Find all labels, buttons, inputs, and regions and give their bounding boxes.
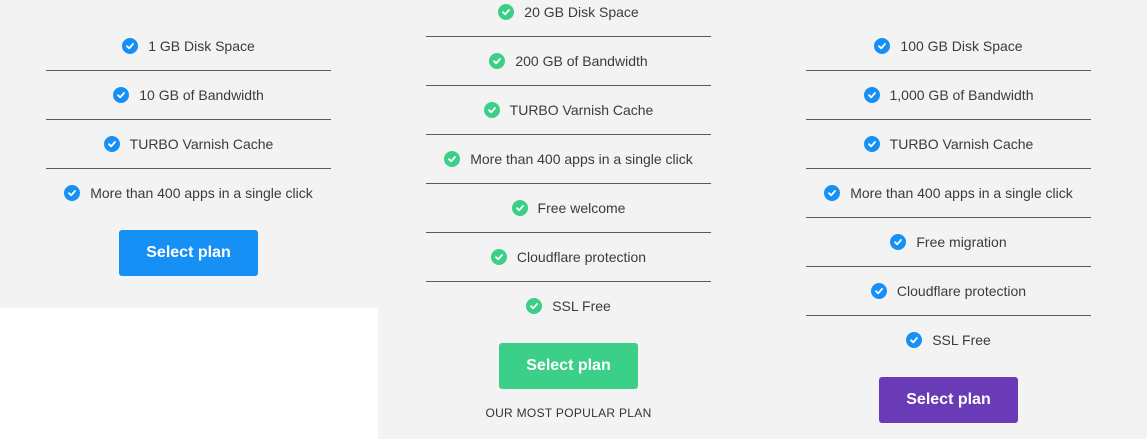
feature-item: TURBO Varnish Cache <box>806 120 1091 169</box>
feature-label: 20 GB Disk Space <box>524 4 639 20</box>
check-circle-icon <box>870 283 887 299</box>
check-circle-icon <box>511 200 528 216</box>
check-circle-icon <box>874 38 891 54</box>
feature-list: 100 GB Disk Space 1,000 GB of Bandwidth … <box>806 22 1091 364</box>
feature-item: 10 GB of Bandwidth <box>46 71 331 120</box>
feature-label: 1,000 GB of Bandwidth <box>889 87 1034 103</box>
check-circle-icon <box>489 53 506 69</box>
check-circle-icon <box>906 332 923 348</box>
feature-list: 1 GB Disk Space 10 GB of Bandwidth TURBO… <box>46 22 331 217</box>
check-circle-icon <box>444 151 461 167</box>
feature-item: Free migration <box>806 218 1091 267</box>
select-plan-button[interactable]: Select plan <box>499 343 638 389</box>
feature-label: 100 GB Disk Space <box>900 38 1023 54</box>
feature-label: TURBO Varnish Cache <box>509 102 654 118</box>
feature-item: 20 GB Disk Space <box>426 0 711 37</box>
feature-item: More than 400 apps in a single click <box>46 169 331 217</box>
feature-item: 100 GB Disk Space <box>806 22 1091 71</box>
check-circle-icon <box>483 102 500 118</box>
feature-item: More than 400 apps in a single click <box>806 169 1091 218</box>
feature-label: Free migration <box>916 234 1007 250</box>
check-circle-icon <box>890 234 907 250</box>
feature-item: TURBO Varnish Cache <box>46 120 331 169</box>
check-circle-icon <box>498 4 515 20</box>
feature-item: More than 400 apps in a single click <box>426 135 711 184</box>
feature-item: SSL Free <box>426 282 711 330</box>
page-background-panel <box>0 308 378 439</box>
select-plan-button[interactable]: Select plan <box>879 377 1018 423</box>
feature-label: Cloudflare protection <box>516 249 647 265</box>
feature-label: More than 400 apps in a single click <box>470 151 693 167</box>
feature-label: TURBO Varnish Cache <box>889 136 1034 152</box>
check-circle-icon <box>863 87 880 103</box>
feature-item: 1 GB Disk Space <box>46 22 331 71</box>
check-circle-icon <box>113 87 130 103</box>
check-circle-icon <box>122 38 139 54</box>
feature-item: 1,000 GB of Bandwidth <box>806 71 1091 120</box>
feature-item: Cloudflare protection <box>806 267 1091 316</box>
feature-label: SSL Free <box>932 332 991 348</box>
feature-item: TURBO Varnish Cache <box>426 86 711 135</box>
check-circle-icon <box>824 185 841 201</box>
check-circle-icon <box>526 298 543 314</box>
feature-list: 20 GB Disk Space 200 GB of Bandwidth TUR… <box>426 0 711 330</box>
popular-plan-note: OUR MOST POPULAR PLAN <box>485 406 652 420</box>
feature-label: TURBO Varnish Cache <box>129 136 274 152</box>
feature-label: Cloudflare protection <box>896 283 1027 299</box>
feature-item: 200 GB of Bandwidth <box>426 37 711 86</box>
plan-card-popular: 20 GB Disk Space 200 GB of Bandwidth TUR… <box>426 0 711 420</box>
check-circle-icon <box>103 136 120 152</box>
feature-item: SSL Free <box>806 316 1091 364</box>
feature-label: More than 400 apps in a single click <box>850 185 1073 201</box>
check-circle-icon <box>490 249 507 265</box>
select-plan-button[interactable]: Select plan <box>119 230 258 276</box>
check-circle-icon <box>64 185 81 201</box>
feature-label: 1 GB Disk Space <box>148 38 255 54</box>
feature-item: Cloudflare protection <box>426 233 711 282</box>
feature-label: SSL Free <box>552 298 611 314</box>
feature-label: 10 GB of Bandwidth <box>139 87 264 103</box>
plan-card-basic: 1 GB Disk Space 10 GB of Bandwidth TURBO… <box>46 22 331 276</box>
feature-label: More than 400 apps in a single click <box>90 185 313 201</box>
feature-label: Free welcome <box>537 200 626 216</box>
check-circle-icon <box>863 136 880 152</box>
feature-label: 200 GB of Bandwidth <box>515 53 648 69</box>
plan-card-premium: 100 GB Disk Space 1,000 GB of Bandwidth … <box>806 22 1091 423</box>
feature-item: Free welcome <box>426 184 711 233</box>
